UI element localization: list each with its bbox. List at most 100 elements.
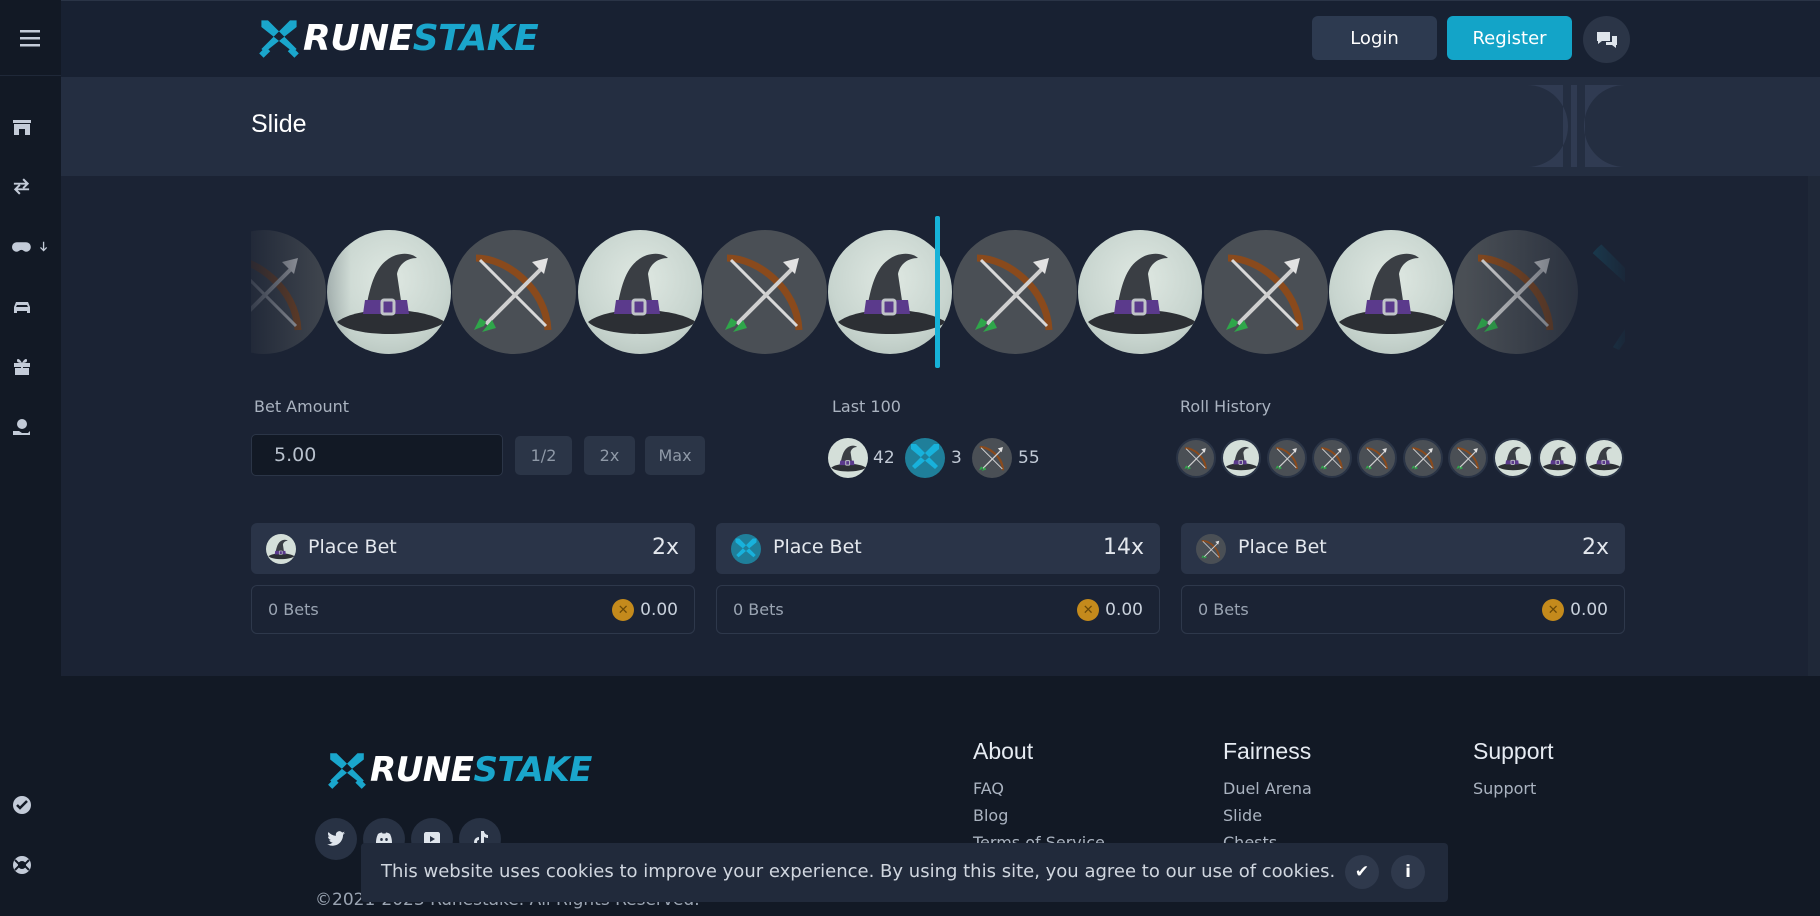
cookie-text: This website uses cookies to improve you… [381, 861, 1336, 882]
bets-count: 0 Bets [1198, 600, 1249, 619]
login-button[interactable]: Login [1312, 16, 1437, 60]
accept-cookies-button[interactable]: ✔ [1345, 855, 1379, 889]
bets-total: ✕ 0.00 [1077, 599, 1143, 621]
roller-tile-bow [452, 230, 577, 354]
sidebar-item-verify[interactable] [10, 790, 50, 820]
sidebar-item-shop[interactable] [10, 112, 50, 142]
history-item-bow [1176, 438, 1216, 478]
multiplier: 2x [1581, 535, 1609, 560]
exchange-icon [13, 178, 30, 195]
footer-link-support[interactable]: Support [1473, 779, 1536, 798]
money-hand-icon [13, 419, 30, 435]
sidebar-item-games[interactable] [10, 232, 50, 262]
roll-marker [935, 216, 940, 368]
roller-fade-right [1465, 226, 1625, 360]
history-item-bow [1402, 438, 1443, 478]
multiplier: 2x [651, 535, 679, 560]
roller-fade-left [251, 226, 351, 360]
footer-link-slide[interactable]: Slide [1223, 806, 1262, 825]
logo-text-stake: STAKE [412, 17, 539, 59]
roller-tile-witch [828, 230, 952, 354]
sidebar-item-earn[interactable] [10, 412, 50, 442]
gift-icon [14, 359, 30, 375]
bets-count: 0 Bets [268, 600, 319, 619]
bets-summary: 0 Bets ✕ 0.00 [251, 585, 695, 634]
bow-icon [1196, 534, 1226, 564]
crossed-swords-icon [905, 438, 945, 478]
logo-text-stake: STAKE [473, 750, 592, 790]
bets-amount: 0.00 [1105, 600, 1143, 620]
multiplier: 14x [1102, 535, 1144, 560]
place-bet-button-x[interactable]: Place Bet 14x [716, 523, 1160, 574]
place-bet-label: Place Bet [1238, 536, 1327, 558]
footer-about-heading: About [973, 738, 1034, 764]
last100-witch-count: 42 [873, 448, 895, 468]
roller-tile-witch [1328, 230, 1453, 354]
place-bet-label: Place Bet [773, 536, 862, 558]
sidebar-item-car[interactable] [10, 292, 50, 322]
footer-link-faq[interactable]: FAQ [973, 779, 1004, 798]
footer-fairness-heading: Fairness [1223, 738, 1312, 764]
coin-icon: ✕ [612, 599, 635, 621]
coin-icon: ✕ [1077, 599, 1100, 621]
shop-icon [13, 120, 31, 135]
witch-hat-icon [828, 438, 868, 478]
footer-link-blog[interactable]: Blog [973, 806, 1008, 825]
crossed-swords-icon [259, 20, 299, 58]
footer-support-heading: Support [1473, 738, 1554, 764]
history-item-bow [1447, 438, 1488, 478]
bets-total: ✕ 0.00 [1542, 599, 1608, 621]
roller-tile-bow [1203, 230, 1328, 354]
sidebar-item-exchange[interactable] [10, 172, 50, 202]
history-item-witch [1493, 438, 1534, 478]
history-item-witch [1583, 438, 1624, 478]
twitter-link[interactable] [315, 818, 357, 860]
max-bet-button[interactable]: Max [645, 436, 705, 475]
page-title: Slide [251, 110, 307, 138]
roller-tile-witch [1078, 230, 1203, 354]
twitter-icon [327, 831, 345, 846]
check-icon: ✔ [1354, 862, 1370, 882]
witch-hat-icon [266, 534, 296, 564]
chevron-down-icon [39, 241, 47, 252]
gamepad-icon [12, 242, 31, 252]
cookie-info-button[interactable]: i [1391, 855, 1425, 889]
half-bet-button[interactable]: 1/2 [515, 436, 572, 475]
register-button[interactable]: Register [1447, 16, 1572, 60]
menu-icon [19, 29, 40, 46]
support-icon [13, 856, 31, 874]
history-item-witch [1221, 438, 1262, 478]
info-icon: i [1405, 862, 1411, 882]
coin-icon: ✕ [1542, 599, 1565, 621]
last100-label: Last 100 [832, 397, 901, 416]
chat-button[interactable] [1583, 16, 1630, 63]
place-bet-button-witch[interactable]: Place Bet 2x [251, 523, 695, 574]
double-bet-button[interactable]: 2x [584, 436, 635, 475]
footer-link-duel-arena[interactable]: Duel Arena [1223, 779, 1312, 798]
bow-icon [972, 438, 1012, 478]
footer-logo[interactable]: RUNE STAKE [326, 749, 592, 791]
last100-bow-count: 55 [1018, 448, 1040, 468]
verified-icon [13, 796, 31, 814]
bets-amount: 0.00 [640, 600, 678, 620]
chat-icon [1596, 31, 1617, 48]
place-bet-label: Place Bet [308, 536, 397, 558]
slide-game-icon [1527, 85, 1625, 167]
title-band [61, 77, 1820, 176]
scrollbar-track[interactable] [1808, 176, 1820, 676]
sidebar-item-support[interactable] [10, 850, 50, 880]
bets-summary: 0 Bets ✕ 0.00 [716, 585, 1160, 634]
place-bet-button-bow[interactable]: Place Bet 2x [1181, 523, 1625, 574]
crossed-swords-icon [328, 753, 366, 789]
bets-count: 0 Bets [733, 600, 784, 619]
brand-logo[interactable]: RUNE STAKE [257, 16, 539, 60]
cookie-banner: This website uses cookies to improve you… [361, 843, 1448, 902]
crossed-swords-icon [731, 534, 761, 564]
car-icon [14, 302, 30, 313]
bet-amount-input[interactable] [251, 434, 503, 476]
sidebar-item-gift[interactable] [10, 352, 50, 382]
sidebar [0, 0, 61, 916]
history-item-witch [1538, 438, 1579, 478]
history-item-bow [1266, 438, 1307, 478]
menu-button[interactable] [0, 0, 61, 76]
